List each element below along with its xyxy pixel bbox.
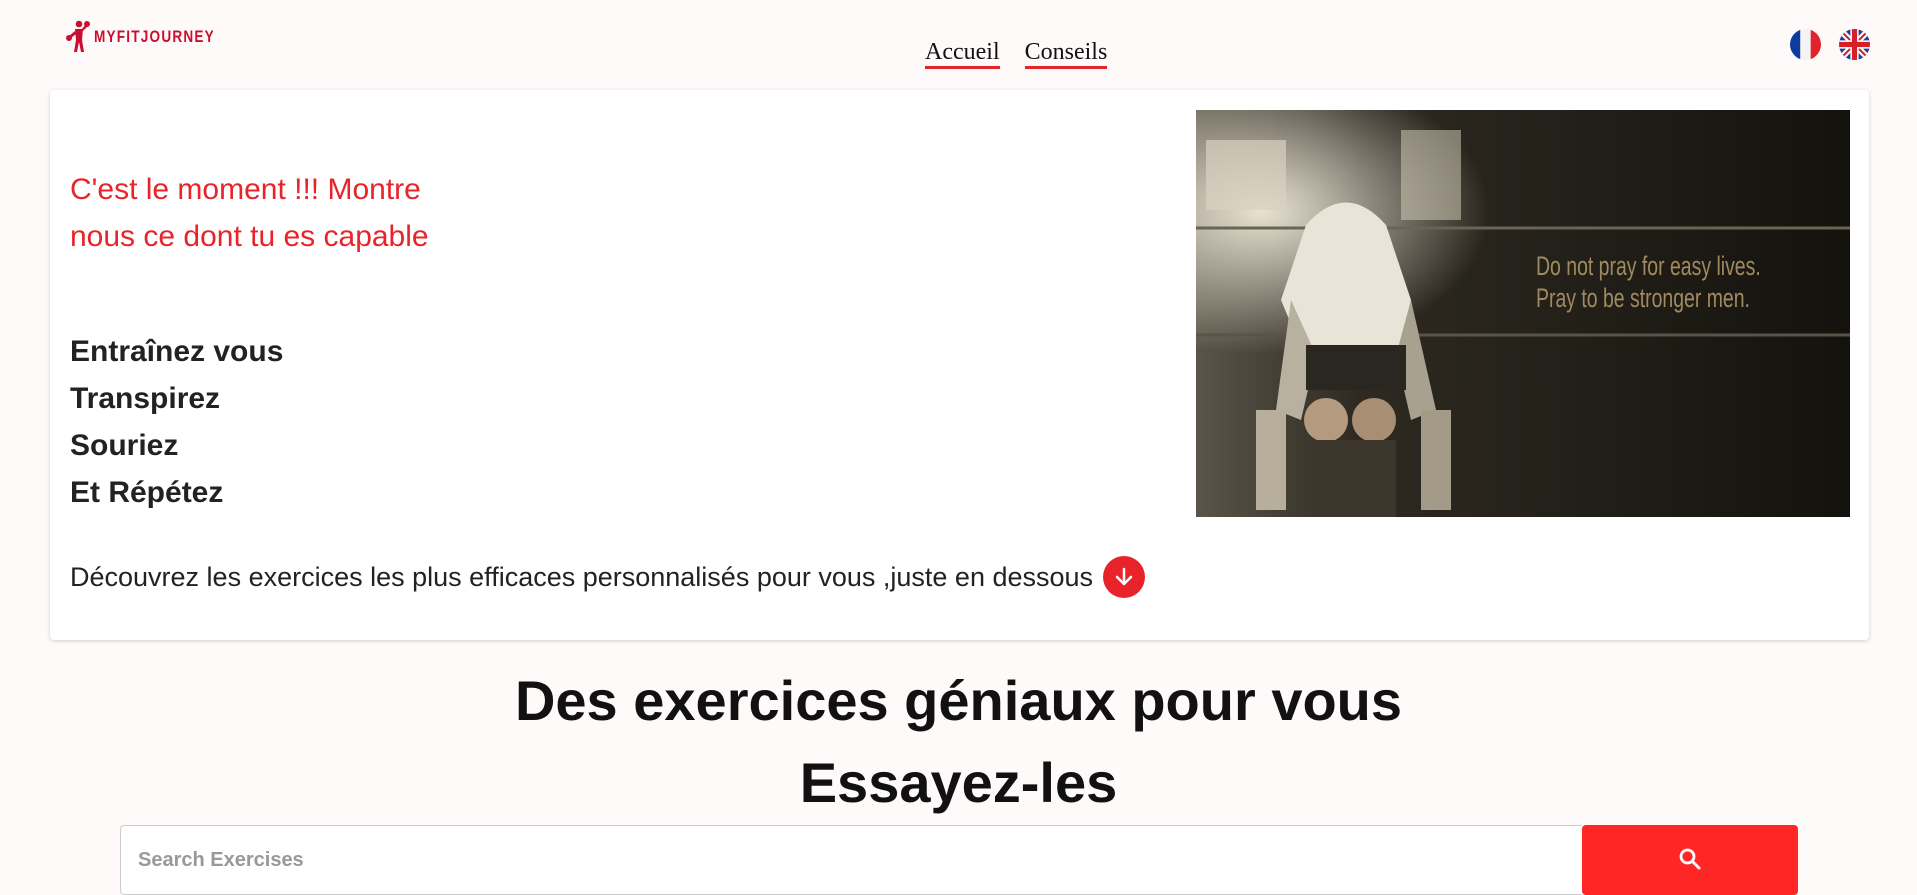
motto-line: Transpirez [70,382,221,415]
brand-logo[interactable]: MYFITJOURNEY [66,20,245,54]
motto-line: Souriez [70,429,179,462]
nav-link-home[interactable]: Accueil [925,38,1000,69]
scroll-down-button[interactable] [1103,556,1146,598]
search-icon [1679,848,1701,870]
uk-flag-icon[interactable] [1839,29,1870,60]
hero-card: C'est le moment !!! Montre nous ce dont … [50,90,1869,640]
france-flag-icon[interactable] [1790,29,1821,60]
search-button[interactable] [1582,825,1798,895]
hero-motto: Entraînez vous Transpirez Souriez Et Rép… [70,328,283,516]
hero-image: Do not pray for easy lives. Pray to be s… [1196,110,1850,517]
nav-link-tips[interactable]: Conseils [1024,38,1108,69]
discover-text: Découvrez les exercices les plus efficac… [70,561,1094,592]
language-switcher [1790,29,1870,60]
discover-row: Découvrez les exercices les plus efficac… [70,556,1146,598]
hero-tagline: C'est le moment !!! Montre nous ce dont … [70,173,429,253]
quote-line: Do not pray for easy lives. [1536,251,1761,281]
motto-line: Entraînez vous [70,335,284,368]
image-quote: Do not pray for easy lives. Pray to be s… [1536,250,1761,314]
section-subtitle: Essayez-les [799,751,1118,814]
brand-name: MYFITJOURNEY [94,27,215,46]
boxer-logo-icon [66,20,90,52]
search-input[interactable] [120,825,1582,895]
quote-line: Pray to be stronger men. [1536,283,1750,313]
section-title: Des exercices géniaux pour vous [514,669,1403,732]
main-nav: Accueil Conseils [925,38,1108,69]
motto-line: Et Répétez [70,476,224,509]
arrow-down-icon [1115,567,1133,586]
search-bar [120,825,1798,895]
